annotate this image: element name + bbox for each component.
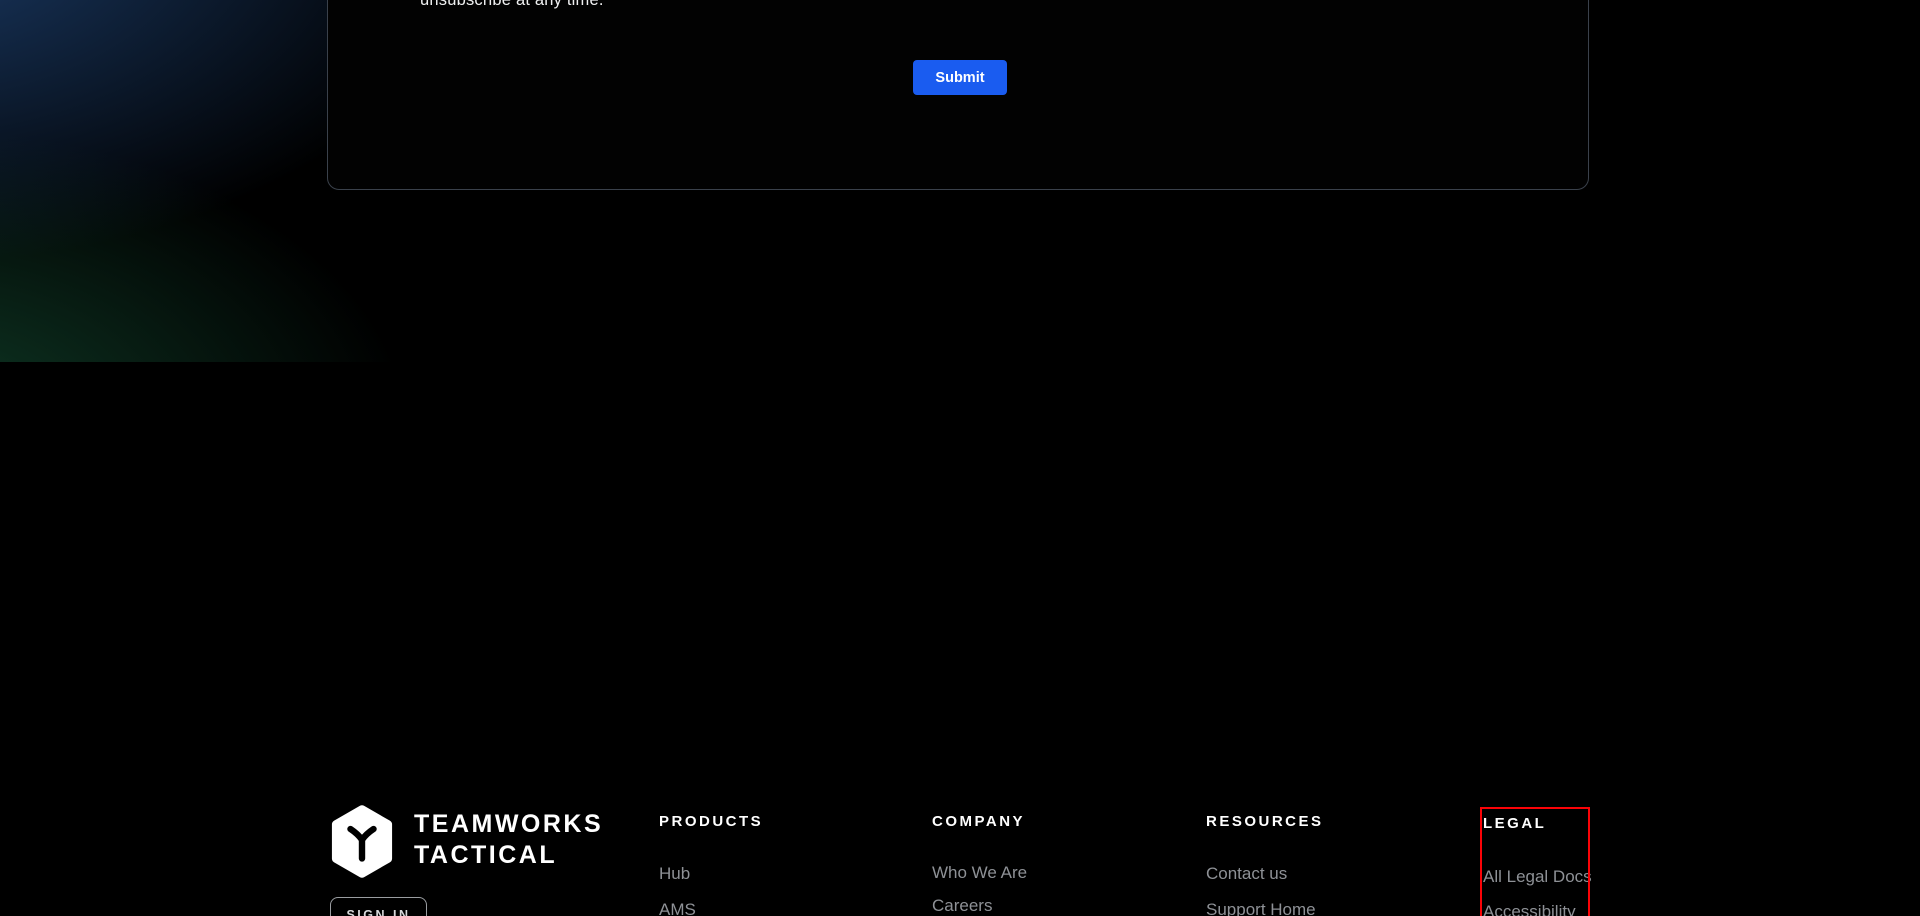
brand-wordmark: TEAMWORKS TACTICAL xyxy=(414,809,603,871)
column-title-company: COMPANY xyxy=(932,814,1152,830)
footer: TEAMWORKS TACTICAL SIGN IN (202) 875-893… xyxy=(0,362,1920,916)
brand-wordmark-line2: TACTICAL xyxy=(414,840,603,871)
submit-button[interactable]: Submit xyxy=(913,60,1007,95)
footer-link-careers[interactable]: Careers xyxy=(932,897,1152,914)
footer-link-support-home[interactable]: Support Home xyxy=(1206,901,1426,916)
footer-link-ams[interactable]: AMS xyxy=(659,901,879,916)
footer-column-legal: LEGAL All Legal Docs Accessibility Priva… xyxy=(1483,816,1703,916)
newsletter-card xyxy=(327,0,1589,190)
footer-link-hub[interactable]: Hub xyxy=(659,865,879,882)
sign-in-button[interactable]: SIGN IN xyxy=(330,897,427,916)
page: unsubscribe at any time. Submit TEAMWORK… xyxy=(0,0,1920,916)
column-title-products: PRODUCTS xyxy=(659,814,879,830)
footer-link-who-we-are[interactable]: Who We Are xyxy=(932,864,1152,881)
brand-wordmark-line1: TEAMWORKS xyxy=(414,809,603,840)
column-title-resources: RESOURCES xyxy=(1206,814,1426,830)
footer-column-products: PRODUCTS Hub AMS Nutrition xyxy=(659,814,879,916)
footer-link-all-legal-docs[interactable]: All Legal Docs xyxy=(1483,868,1703,885)
footer-column-resources: RESOURCES Contact us Support Home Learni… xyxy=(1206,814,1426,916)
footer-column-company: COMPANY Who We Are Careers xyxy=(932,814,1152,914)
hero-section: unsubscribe at any time. Submit xyxy=(0,0,1920,362)
footer-link-accessibility[interactable]: Accessibility xyxy=(1483,903,1703,916)
footer-link-contact-us[interactable]: Contact us xyxy=(1206,865,1426,882)
newsletter-disclaimer: unsubscribe at any time. xyxy=(420,0,604,10)
brand-logo-icon xyxy=(330,804,394,879)
column-title-legal: LEGAL xyxy=(1483,816,1703,832)
